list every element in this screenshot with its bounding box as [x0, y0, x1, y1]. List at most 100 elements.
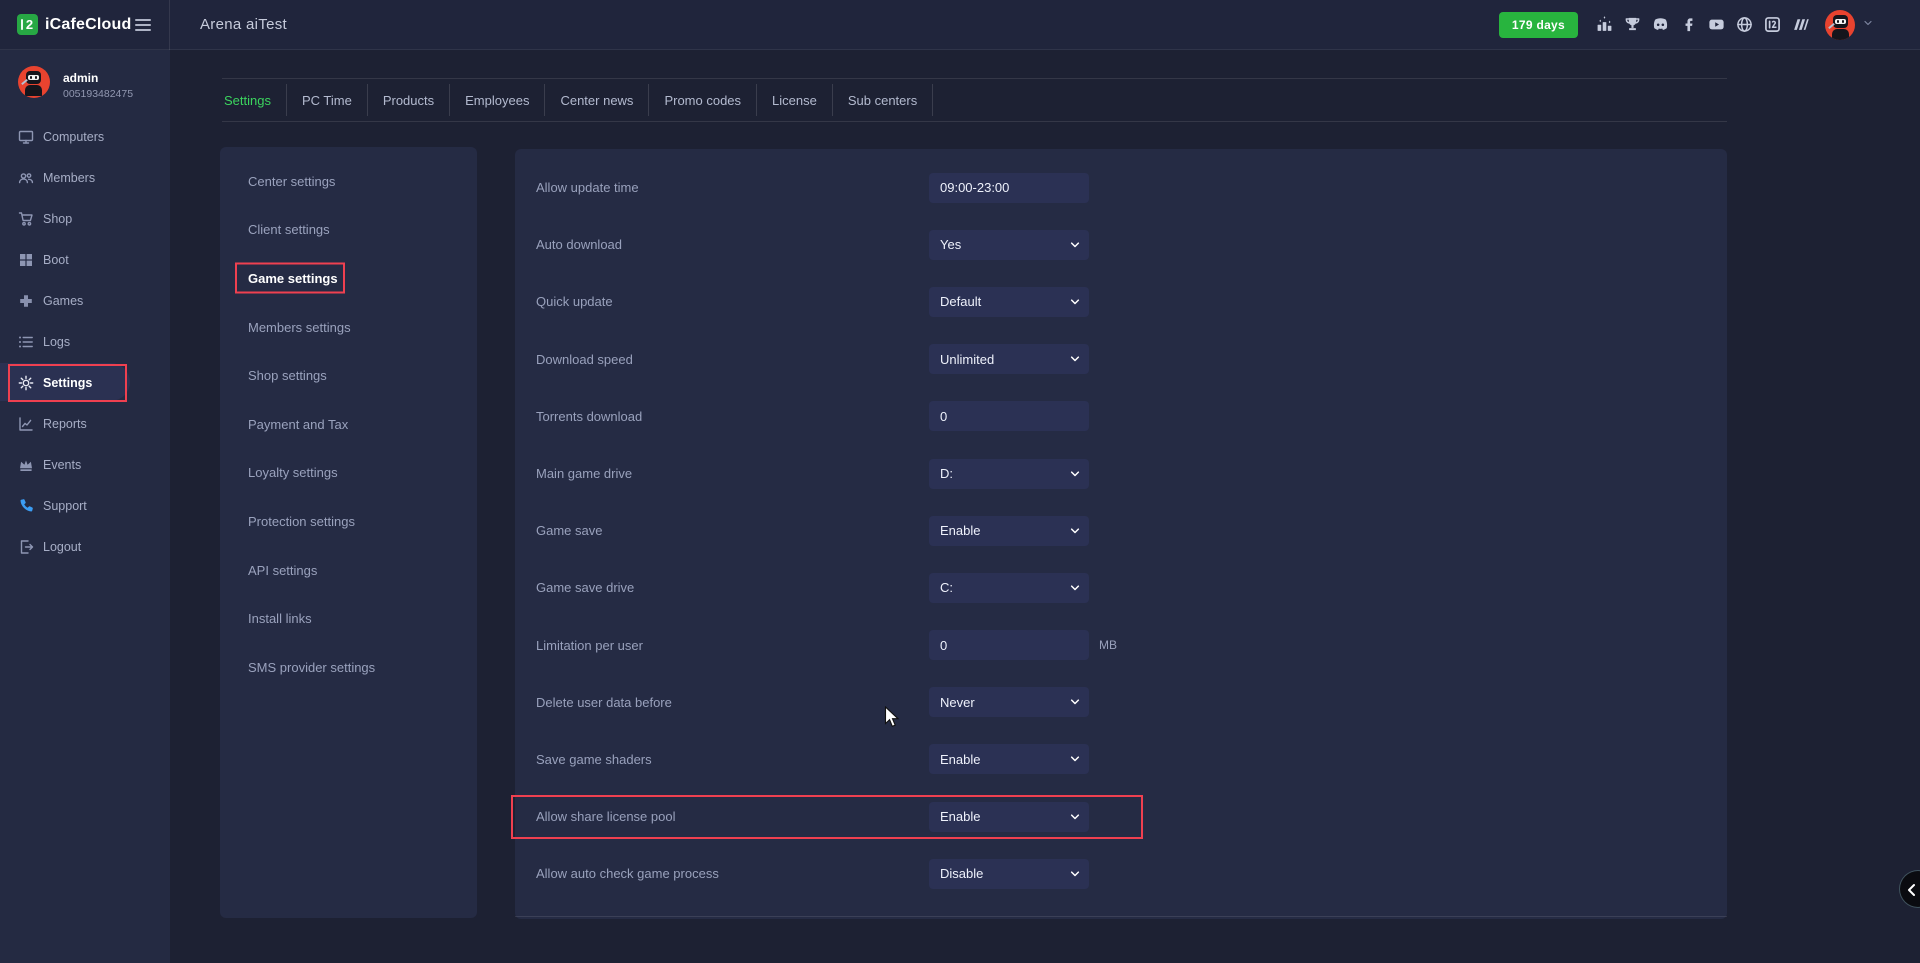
- select-value: Enable: [940, 752, 980, 767]
- tab-products[interactable]: Products: [368, 84, 450, 116]
- trophy-icon[interactable]: [1624, 16, 1641, 33]
- user-avatar[interactable]: [1825, 10, 1855, 40]
- allow-auto-check-game-process-select[interactable]: Disable: [929, 859, 1089, 889]
- monitor-icon: [18, 129, 34, 145]
- sidebar-item-label: Reports: [43, 417, 87, 431]
- sidebar-item-boot[interactable]: Boot: [0, 239, 170, 280]
- user-menu[interactable]: [1825, 10, 1874, 40]
- globe-icon: [1736, 16, 1753, 33]
- sidebar-item-logout[interactable]: Logout: [0, 526, 170, 567]
- sidebar-item-members[interactable]: Members: [0, 157, 170, 198]
- settings-menu-item-game-settings[interactable]: Game settings: [220, 254, 477, 303]
- tab-promo-codes[interactable]: Promo codes: [649, 84, 757, 116]
- hamburger-menu-icon[interactable]: [135, 19, 151, 31]
- sidebar-item-computers[interactable]: Computers: [0, 116, 170, 157]
- settings-menu-item-loyalty-settings[interactable]: Loyalty settings: [220, 449, 477, 498]
- select-value: Enable: [940, 809, 980, 824]
- quick-update-select[interactable]: Default: [929, 287, 1089, 317]
- settings-menu-item-payment-and-tax[interactable]: Payment and Tax: [220, 400, 477, 449]
- icafecloud-icon[interactable]: [1764, 16, 1781, 33]
- tab-employees[interactable]: Employees: [450, 84, 545, 116]
- gear-icon: [18, 375, 34, 391]
- settings-menu-item-install-links[interactable]: Install links: [220, 594, 477, 643]
- settings-menu-item-client-settings[interactable]: Client settings: [220, 206, 477, 255]
- tab-bar: SettingsPC TimeProductsEmployeesCenter n…: [222, 78, 1727, 122]
- select-value: Disable: [940, 866, 983, 881]
- tab-license[interactable]: License: [757, 84, 833, 116]
- chevron-down-icon: [1069, 868, 1081, 883]
- license-days-badge[interactable]: 179 days: [1499, 12, 1578, 38]
- sidebar-item-label: Members: [43, 171, 95, 185]
- sidebar-item-reports[interactable]: Reports: [0, 403, 170, 444]
- settings-submenu: Center settings Client settingsGame setti…: [220, 147, 477, 918]
- gizmo-icon[interactable]: [1792, 16, 1809, 33]
- chevron-down-icon: [1069, 582, 1081, 597]
- chevron-down-icon: [1069, 525, 1081, 540]
- sidebar-item-label: Boot: [43, 253, 69, 267]
- chevron-left-icon: [1903, 881, 1920, 899]
- chevron-down-icon: [1069, 468, 1081, 483]
- settings-menu-item-shop-settings[interactable]: Shop settings: [220, 351, 477, 400]
- chevron-down-icon: [1069, 353, 1081, 365]
- settings-menu-item-protection-settings[interactable]: Protection settings: [220, 497, 477, 546]
- chevron-down-icon: [1069, 582, 1081, 594]
- form-row-auto-download: Auto downloadYes: [515, 216, 1727, 273]
- chevron-down-icon: [1069, 811, 1081, 823]
- torrents-download-input[interactable]: 0: [929, 401, 1089, 431]
- ranking-icon[interactable]: [1596, 16, 1613, 33]
- sidebar-item-label: Support: [43, 499, 87, 513]
- select-value: Enable: [940, 523, 980, 538]
- form-row-allow-share-license-pool: Allow share license poolEnable: [515, 788, 1727, 845]
- chevron-down-icon[interactable]: [1862, 16, 1874, 34]
- chevron-down-icon: [1069, 868, 1081, 880]
- settings-menu-label: Loyalty settings: [248, 465, 338, 480]
- sidebar-item-label: Shop: [43, 212, 72, 226]
- download-speed-select[interactable]: Unlimited: [929, 344, 1089, 374]
- game-save-select[interactable]: Enable: [929, 516, 1089, 546]
- allow-update-time-input[interactable]: 09:00-23:00: [929, 173, 1089, 203]
- main-game-drive-select[interactable]: D:: [929, 459, 1089, 489]
- sidebar-item-logs[interactable]: Logs: [0, 321, 170, 362]
- form-label: Allow auto check game process: [536, 866, 929, 881]
- tab-sub-centers[interactable]: Sub centers: [833, 84, 933, 116]
- form-row-allow-update-time: Allow update time09:00-23:00: [515, 159, 1727, 216]
- settings-menu-item-sms-provider-settings[interactable]: SMS provider settings: [220, 643, 477, 692]
- form-label: Delete user data before: [536, 695, 929, 710]
- facebook-icon[interactable]: [1680, 16, 1697, 33]
- allow-share-license-pool-select[interactable]: Enable: [929, 802, 1089, 832]
- settings-menu-item-api-settings[interactable]: API settings: [220, 546, 477, 595]
- globe-icon[interactable]: [1736, 16, 1753, 33]
- sidebar-menu: Computers Members Shop Boot Games Logs Setting…: [0, 116, 170, 567]
- discord-icon[interactable]: [1652, 16, 1669, 33]
- settings-menu-item-members-settings[interactable]: Members settings: [220, 303, 477, 352]
- icafecloud-logo-icon: 2: [17, 14, 38, 35]
- sidebar-item-label: Games: [43, 294, 83, 308]
- sidebar-user-block: admin 005193482475: [0, 50, 170, 116]
- form-row-main-game-drive: Main game driveD:: [515, 445, 1727, 502]
- sidebar-item-label: Settings: [43, 376, 92, 390]
- trophy-icon: [1624, 16, 1641, 33]
- user-id: 005193482475: [63, 88, 133, 100]
- settings-menu-label: Protection settings: [248, 514, 355, 529]
- delete-user-data-before-select[interactable]: Never: [929, 687, 1089, 717]
- sidebar-item-events[interactable]: Events: [0, 444, 170, 485]
- tab-center-news[interactable]: Center news: [545, 84, 649, 116]
- youtube-icon[interactable]: [1708, 16, 1725, 33]
- sidebar-item-settings[interactable]: Settings: [0, 362, 170, 403]
- tab-settings[interactable]: Settings: [222, 84, 287, 116]
- sidebar-item-shop[interactable]: Shop: [0, 198, 170, 239]
- game-save-drive-select[interactable]: C:: [929, 573, 1089, 603]
- chevron-down-icon: [1069, 753, 1081, 768]
- sidebar-item-label: Events: [43, 458, 81, 472]
- icafecloud-icon: [1764, 16, 1781, 33]
- auto-download-select[interactable]: Yes: [929, 230, 1089, 260]
- save-game-shaders-select[interactable]: Enable: [929, 744, 1089, 774]
- settings-menu-label: Center settings: [248, 174, 335, 189]
- limitation-per-user-input[interactable]: 0: [929, 630, 1089, 660]
- sidebar-item-support[interactable]: Support: [0, 485, 170, 526]
- tab-pc-time[interactable]: PC Time: [287, 84, 368, 116]
- cart-icon: [18, 211, 34, 227]
- form-row-torrents-download: Torrents download0: [515, 388, 1727, 445]
- sidebar-item-games[interactable]: Games: [0, 280, 170, 321]
- settings-menu-item-center-settings[interactable]: Center settings: [220, 157, 477, 206]
